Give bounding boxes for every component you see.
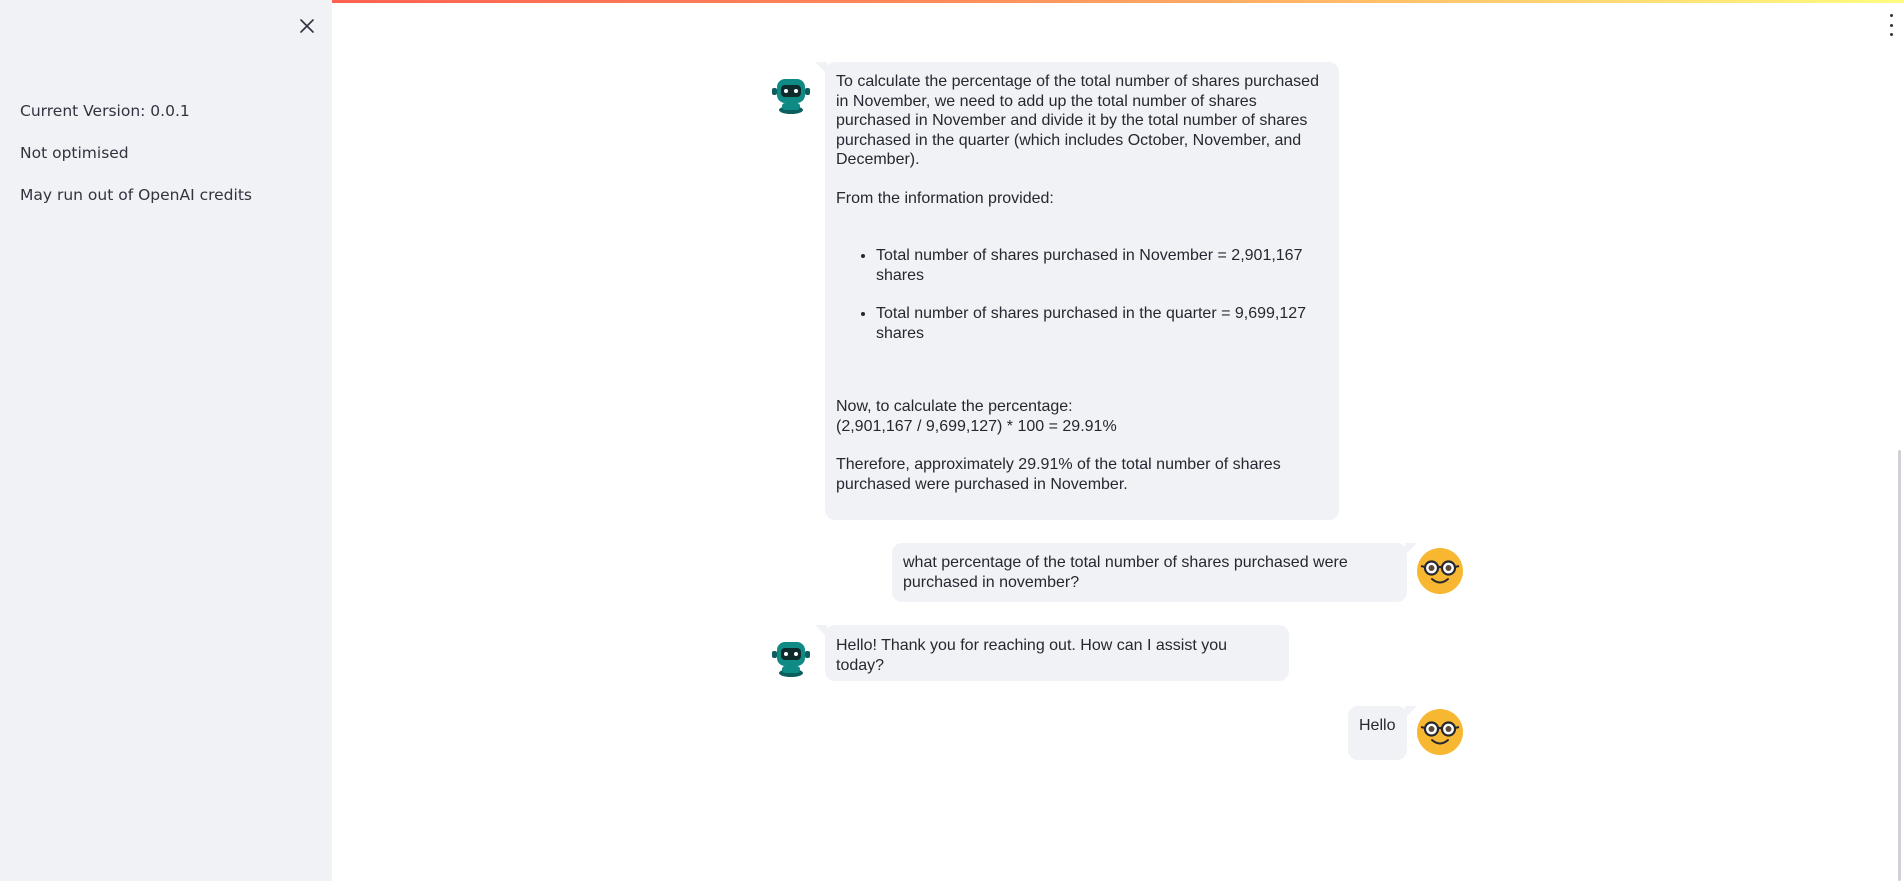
nerd-face-icon (1417, 709, 1463, 755)
message-text: Hello (1359, 717, 1396, 734)
scrollbar[interactable] (1898, 450, 1901, 881)
robot-icon (768, 633, 814, 679)
assistant-message-bubble: To calculate the percentage of the total… (815, 62, 1339, 520)
user-message-bubble: what percentage of the total number of s… (892, 543, 1417, 602)
message-text: To calculate the percentage of the total… (836, 73, 1319, 168)
bullet-list: Total number of shares purchased in Nove… (836, 246, 1328, 343)
robot-icon (768, 70, 814, 116)
message-text: Therefore, approximately 29.91% of the t… (836, 456, 1281, 493)
message-text: what percentage of the total number of s… (903, 554, 1348, 591)
list-item: Total number of shares purchased in Nove… (876, 246, 1328, 285)
message-text: From the information provided: (836, 189, 1054, 207)
message-text: Hello! Thank you for reaching out. How c… (836, 637, 1228, 674)
nerd-face-icon (1417, 548, 1463, 594)
user-message-bubble: Hello (1348, 706, 1417, 760)
warning-text: May run out of OpenAI credits (20, 186, 252, 204)
message-text: (2,901,167 / 9,699,127) * 100 = 29.91% (836, 417, 1117, 435)
kebab-menu-icon[interactable] (1886, 14, 1896, 36)
message-text: Now, to calculate the percentage: (836, 398, 1073, 415)
assistant-message-bubble: Hello! Thank you for reaching out. How c… (815, 625, 1289, 681)
list-item: Total number of shares purchased in the … (876, 304, 1328, 343)
version-text: Current Version: 0.0.1 (20, 102, 190, 120)
close-icon[interactable] (296, 15, 318, 37)
status-text: Not optimised (20, 144, 129, 162)
sidebar: Current Version: 0.0.1 Not optimised May… (0, 0, 332, 881)
